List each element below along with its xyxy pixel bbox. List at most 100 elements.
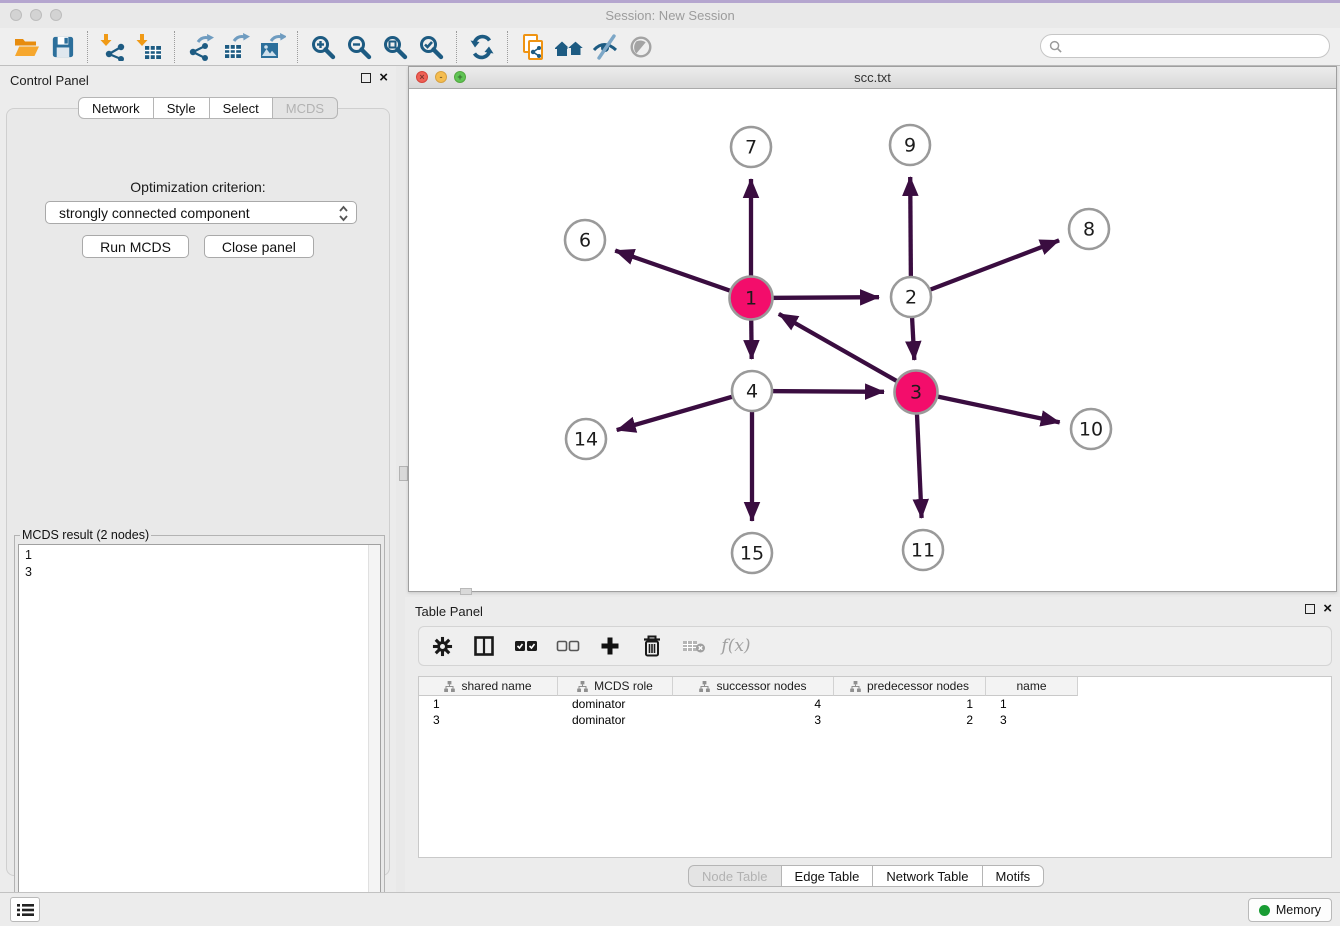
graph-node-7[interactable]: 7	[731, 127, 771, 167]
refresh-layout-icon[interactable]	[464, 30, 500, 64]
graph-node-3[interactable]: 3	[895, 371, 938, 414]
graph-node-6[interactable]: 6	[565, 220, 605, 260]
run-mcds-button[interactable]: Run MCDS	[82, 235, 189, 258]
mcds-result-box: 1 3	[18, 544, 381, 905]
application-window: Session: New Session	[0, 0, 1340, 926]
column-header-predecessor-nodes[interactable]: predecessor nodes	[834, 677, 986, 696]
graph-node-2[interactable]: 2	[891, 277, 931, 317]
stepper-arrows-icon	[338, 205, 349, 222]
vertical-splitter-handle[interactable]	[399, 466, 408, 481]
node-label: 7	[745, 137, 757, 159]
zoom-out-icon[interactable]	[341, 30, 377, 64]
zoom-fit-icon[interactable]	[377, 30, 413, 64]
network-window-titlebar: × - + scc.txt	[409, 67, 1336, 89]
table-row[interactable]: 1dominator411	[419, 696, 1331, 712]
tab-network-table[interactable]: Network Table	[872, 865, 982, 887]
horizontal-splitter-handle[interactable]	[460, 588, 472, 595]
style-preview-icon[interactable]	[587, 30, 623, 64]
close-panel-button[interactable]: Close panel	[204, 235, 314, 258]
search-input[interactable]	[1067, 38, 1321, 55]
toolbar-separator	[174, 31, 175, 63]
select-all-icon[interactable]	[513, 633, 539, 659]
float-panel-icon[interactable]	[1305, 604, 1315, 614]
tab-mcds[interactable]: MCDS	[272, 97, 338, 119]
list-icon	[17, 903, 34, 917]
tab-node-table[interactable]: Node Table	[688, 865, 782, 887]
export-image-icon[interactable]	[254, 30, 290, 64]
table-cell: 3	[986, 712, 1078, 728]
node-label: 10	[1079, 419, 1103, 441]
column-header-mcds-role[interactable]: MCDS role	[558, 677, 673, 696]
table-row[interactable]: 3dominator323	[419, 712, 1331, 728]
open-session-icon[interactable]	[8, 30, 44, 64]
node-label: 9	[904, 135, 916, 157]
node-label: 2	[905, 287, 917, 309]
float-panel-icon[interactable]	[361, 73, 371, 83]
network-canvas[interactable]: 1 2 3 4 6 7 8 9 10 11 14 15	[409, 89, 1336, 591]
import-network-icon[interactable]	[95, 30, 131, 64]
table-cell: 1	[419, 696, 558, 712]
search-icon	[1049, 40, 1062, 53]
node-label: 4	[746, 381, 758, 403]
close-panel-icon[interactable]: ×	[379, 73, 388, 83]
table-settings-gear-icon[interactable]	[429, 633, 455, 659]
table-cell: 3	[673, 712, 834, 728]
column-header-successor-nodes[interactable]: successor nodes	[673, 677, 834, 696]
criterion-value: strongly connected component	[59, 205, 250, 221]
close-panel-icon[interactable]: ×	[1323, 604, 1332, 614]
graph-edge-3-1	[779, 314, 916, 392]
graph-node-14[interactable]: 14	[566, 419, 606, 459]
table-cell: dominator	[558, 712, 673, 728]
unselect-all-icon[interactable]	[555, 633, 581, 659]
graph-node-10[interactable]: 10	[1071, 409, 1111, 449]
tab-motifs[interactable]: Motifs	[982, 865, 1045, 887]
network-window-title: scc.txt	[409, 70, 1336, 85]
memory-button[interactable]: Memory	[1248, 898, 1332, 922]
node-label: 8	[1083, 219, 1095, 241]
control-panel-title: Control Panel	[10, 73, 89, 88]
tab-style[interactable]: Style	[153, 97, 210, 119]
export-table-icon[interactable]	[218, 30, 254, 64]
column-layout-icon[interactable]	[471, 633, 497, 659]
attribute-icon	[577, 681, 588, 692]
tab-select[interactable]: Select	[209, 97, 273, 119]
graph-node-9[interactable]: 9	[890, 125, 930, 165]
toolbar-separator	[297, 31, 298, 63]
tab-edge-table[interactable]: Edge Table	[781, 865, 874, 887]
toolbar-separator	[456, 31, 457, 63]
control-panel-tabs: NetworkStyleSelectMCDS	[78, 97, 338, 119]
table-panel-title: Table Panel	[415, 604, 483, 619]
titlebar: Session: New Session	[0, 3, 1340, 28]
save-session-icon[interactable]	[44, 30, 80, 64]
export-network-icon[interactable]	[182, 30, 218, 64]
clone-network-icon[interactable]	[515, 30, 551, 64]
delete-column-trash-icon[interactable]	[639, 633, 665, 659]
graph-node-8[interactable]: 8	[1069, 209, 1109, 249]
add-column-plus-icon[interactable]	[597, 633, 623, 659]
memory-status-dot	[1259, 905, 1270, 916]
import-table-icon[interactable]	[131, 30, 167, 64]
node-label: 15	[740, 543, 764, 565]
attribute-icon	[850, 681, 861, 692]
graph-node-11[interactable]: 11	[903, 530, 943, 570]
graph-node-1[interactable]: 1	[730, 277, 773, 320]
show-hide-icon[interactable]	[623, 30, 659, 64]
column-header-name[interactable]: name	[986, 677, 1078, 696]
zoom-in-icon[interactable]	[305, 30, 341, 64]
home-view-icon[interactable]	[551, 30, 587, 64]
result-scrollbar[interactable]	[368, 545, 380, 904]
table-cell: 1	[986, 696, 1078, 712]
node-label: 3	[910, 382, 922, 404]
node-label: 1	[745, 288, 757, 310]
search-field[interactable]	[1040, 34, 1330, 58]
task-history-button[interactable]	[10, 897, 40, 922]
column-header-shared-name[interactable]: shared name	[419, 677, 558, 696]
zoom-selected-icon[interactable]	[413, 30, 449, 64]
tab-network[interactable]: Network	[78, 97, 154, 119]
graph-node-4[interactable]: 4	[732, 371, 772, 411]
table-cell: 1	[834, 696, 986, 712]
graph-node-15[interactable]: 15	[732, 533, 772, 573]
criterion-dropdown[interactable]: strongly connected component	[45, 201, 357, 224]
column-label: name	[1016, 679, 1046, 693]
node-table: shared nameMCDS rolesuccessor nodesprede…	[418, 676, 1332, 858]
